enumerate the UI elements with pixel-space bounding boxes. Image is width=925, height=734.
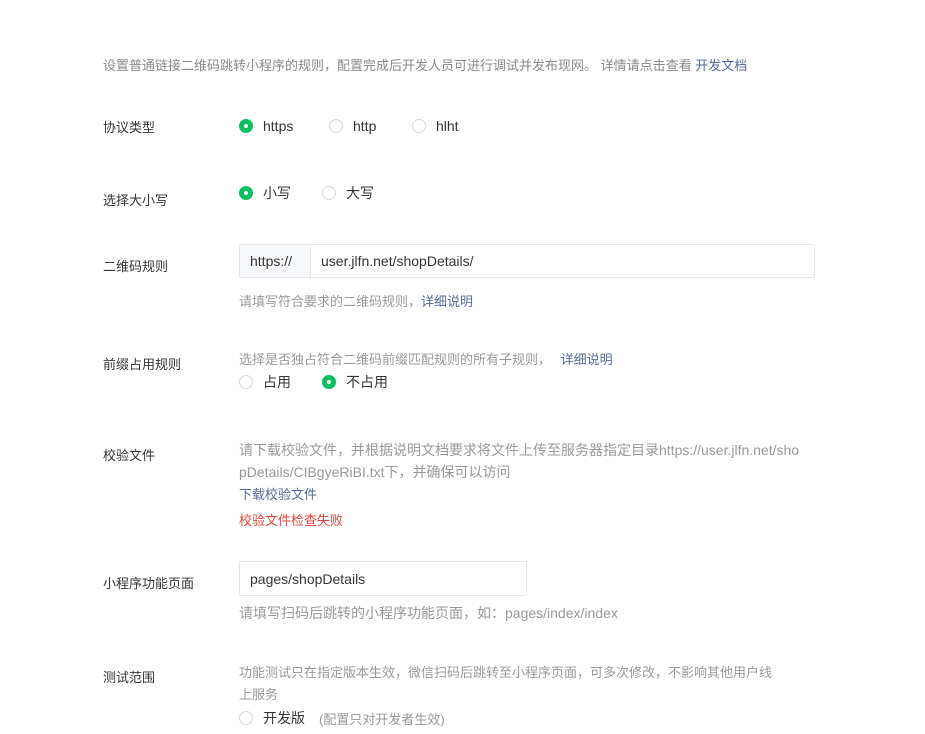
- page-hint: 请填写扫码后跳转的小程序功能页面，如：pages/index/index: [239, 605, 618, 621]
- verify-file-desc-line1: 请下载校验文件，并根据说明文档要求将文件上传至服务器指定目录https://us…: [239, 442, 800, 458]
- radio-http[interactable]: http: [329, 118, 376, 134]
- intro-description: 设置普通链接二维码跳转小程序的规则，配置完成后开发人员可进行调试并发布现网。 详…: [103, 58, 696, 73]
- page-input[interactable]: [240, 562, 526, 595]
- radio-label: https: [263, 118, 294, 134]
- radio-checked-icon: [239, 186, 253, 200]
- dev-docs-link[interactable]: 开发文档: [695, 58, 747, 73]
- verify-file-error: 校验文件检查失败: [239, 513, 344, 528]
- qr-rule-prefix: https://: [240, 245, 311, 277]
- radio-unchecked-icon: [412, 119, 426, 133]
- prefix-rule-label: 前缀占用规则: [103, 357, 182, 372]
- test-scope-label: 测试范围: [103, 670, 156, 685]
- prefix-rule-desc: 选择是否独占符合二维码前缀匹配规则的所有子规则， 详细说明: [239, 349, 613, 368]
- radio-label: http: [353, 118, 377, 134]
- protocol-label: 协议类型: [103, 120, 156, 135]
- radio-uppercase[interactable]: 大写: [322, 183, 374, 203]
- radio-unchecked-icon: [329, 119, 343, 133]
- radio-label: 不占用: [346, 374, 388, 390]
- prefix-rule-detail-link[interactable]: 详细说明: [561, 352, 613, 367]
- radio-occupy[interactable]: 占用: [239, 372, 291, 392]
- qr-rule-hint: 请填写符合要求的二维码规则，详细说明: [239, 291, 473, 310]
- verify-file-desc-line2: pDetails/CIBgyeRiBI.txt下，并确保可以访问: [239, 464, 511, 480]
- radio-label: 大写: [346, 185, 374, 201]
- qr-rule-detail-link[interactable]: 详细说明: [421, 294, 473, 309]
- qr-rule-input[interactable]: [311, 245, 814, 277]
- verify-file-label: 校验文件: [103, 448, 156, 463]
- test-scope-desc-line1: 功能测试只在指定版本生效，微信扫码后跳转至小程序页面，可多次修改，不影响其他用户…: [239, 665, 773, 680]
- radio-lowercase[interactable]: 小写: [239, 183, 291, 203]
- download-verify-file-link[interactable]: 下载校验文件: [239, 484, 317, 503]
- qr-rule-input-group: https://: [239, 244, 815, 278]
- radio-unchecked-icon: [322, 186, 336, 200]
- radio-checked-icon: [322, 375, 336, 389]
- dev-version-note: (配置只对开发者生效): [319, 711, 445, 727]
- radio-label: 占用: [263, 374, 291, 390]
- case-label: 选择大小写: [103, 193, 169, 208]
- radio-unchecked-icon: [239, 375, 253, 389]
- prefix-rule-desc-text: 选择是否独占符合二维码前缀匹配规则的所有子规则，: [239, 352, 552, 367]
- radio-unchecked-icon: [239, 711, 253, 725]
- radio-label: 开发版: [263, 710, 305, 726]
- radio-https[interactable]: https: [239, 118, 293, 134]
- intro-text: 设置普通链接二维码跳转小程序的规则，配置完成后开发人员可进行调试并发布现网。 详…: [103, 55, 747, 74]
- radio-label: hlht: [436, 118, 459, 134]
- test-scope-desc-line2: 上服务: [239, 687, 279, 702]
- radio-dev-version[interactable]: 开发版 (配置只对开发者生效): [239, 708, 445, 728]
- radio-hlht[interactable]: hlht: [412, 118, 459, 134]
- page-field: [239, 561, 527, 596]
- qr-rule-label: 二维码规则: [103, 259, 169, 274]
- radio-checked-icon: [239, 119, 253, 133]
- radio-label: 小写: [263, 185, 291, 201]
- radio-not-occupy[interactable]: 不占用: [322, 372, 388, 392]
- qr-rule-hint-text: 请填写符合要求的二维码规则，: [239, 294, 422, 309]
- page-label: 小程序功能页面: [103, 576, 195, 591]
